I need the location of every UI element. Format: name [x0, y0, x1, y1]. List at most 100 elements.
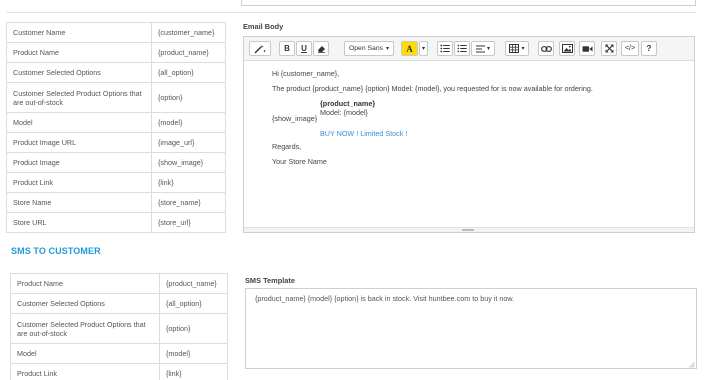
placeholder-token: {store_url}: [151, 212, 226, 233]
ordered-list-button[interactable]: [454, 41, 470, 56]
placeholder-label: Store Name: [5, 192, 153, 213]
placeholder-label: Product Name: [9, 273, 161, 294]
fullscreen-button[interactable]: [601, 41, 617, 56]
table-row: Product Name {product_name}: [5, 42, 226, 63]
sms-placeholder-table: Product Name {product_name} Customer Sele…: [9, 273, 228, 380]
caret-down-icon: ▾: [486, 46, 490, 52]
table-row: Product Link {link}: [9, 363, 228, 380]
placeholder-label: Product Name: [5, 42, 153, 63]
sms-template-textarea[interactable]: {product_name} {model} {option} is back …: [245, 288, 697, 369]
fullscreen-icon: [605, 44, 614, 53]
help-button[interactable]: ?: [641, 41, 657, 56]
codeview-button[interactable]: </>: [621, 41, 639, 56]
table-icon: [509, 44, 520, 53]
unordered-list-button[interactable]: [437, 41, 453, 56]
unordered-list-icon: [440, 44, 450, 53]
placeholder-token: {customer_name}: [151, 22, 226, 43]
email-product-name: {product_name}: [320, 99, 376, 108]
email-regards: Regards,: [272, 142, 302, 151]
placeholder-token: {option}: [151, 82, 226, 113]
email-placeholder-table: Customer Name {customer_name} Product Nam…: [5, 22, 226, 233]
eraser-icon: [317, 44, 326, 53]
link-icon: [540, 45, 552, 53]
text-color-dropdown[interactable]: ▾: [419, 41, 428, 56]
placeholder-token: {all_option}: [159, 293, 228, 314]
table-row: Customer Selected Options {all_option}: [9, 293, 228, 314]
style-dropdown-button[interactable]: [249, 41, 271, 56]
table-row: Customer Selected Product Options that a…: [9, 313, 228, 344]
placeholder-label: Product Link: [9, 363, 161, 380]
caret-down-icon: ▾: [521, 46, 525, 52]
table-row: Model {model}: [9, 343, 228, 364]
placeholder-token: {product_name}: [151, 42, 226, 63]
caret-down-icon: ▾: [421, 46, 425, 52]
bold-button[interactable]: B: [279, 41, 295, 56]
magic-wand-icon: [254, 44, 266, 54]
underline-button[interactable]: U: [296, 41, 312, 56]
sms-template-label: SMS Template: [245, 276, 295, 285]
caret-down-icon: ▾: [386, 46, 390, 52]
email-body-label: Email Body: [243, 22, 284, 31]
font-family-value: Open Sans: [348, 45, 383, 52]
placeholder-token: {store_name}: [151, 192, 226, 213]
email-show-image: {show_image}: [272, 114, 318, 123]
email-line-1: The product {product_name} {option} Mode…: [272, 84, 593, 93]
placeholder-token: {link}: [159, 363, 228, 380]
email-greeting: Hi {customer_name},: [272, 69, 340, 78]
table-row: Customer Selected Product Options that a…: [5, 82, 226, 113]
video-button[interactable]: [579, 41, 595, 56]
placeholder-token: {all_option}: [151, 62, 226, 83]
picture-button[interactable]: [559, 41, 575, 56]
table-row: Customer Name {customer_name}: [5, 22, 226, 43]
placeholder-token: {show_image}: [151, 152, 226, 173]
table-row: Product Name {product_name}: [9, 273, 228, 294]
ordered-list-icon: [457, 44, 467, 53]
paragraph-align-dropdown[interactable]: ▾: [471, 41, 495, 56]
table-row: Customer Selected Options {all_option}: [5, 62, 226, 83]
email-body-editor[interactable]: B U Open Sans ▾ A ▾ ▾ ▾ </> ? Hi {custom…: [243, 36, 695, 233]
placeholder-token: {model}: [159, 343, 228, 364]
placeholder-token: {image_url}: [151, 132, 226, 153]
placeholder-token: {product_name}: [159, 273, 228, 294]
video-icon: [582, 45, 593, 53]
table-row: Store Name {store_name}: [5, 192, 226, 213]
placeholder-label: Store URL: [5, 212, 153, 233]
placeholder-label: Customer Selected Options: [5, 62, 153, 83]
placeholder-label: Model: [5, 112, 153, 133]
buy-now-link[interactable]: BUY NOW ! Limited Stock !: [320, 129, 407, 138]
table-row: Product Link {link}: [5, 172, 226, 193]
text-color-button[interactable]: A: [401, 41, 418, 56]
placeholder-label: Customer Selected Product Options that a…: [9, 313, 161, 344]
table-row: Product Image URL {image_url}: [5, 132, 226, 153]
eraser-button[interactable]: [313, 41, 329, 56]
resize-grip-icon[interactable]: [689, 361, 695, 368]
placeholder-token: {model}: [151, 112, 226, 133]
placeholder-label: Model: [9, 343, 161, 364]
table-row: Model {model}: [5, 112, 226, 133]
placeholder-token: {option}: [159, 313, 228, 344]
previous-section-edge: [0, 0, 710, 14]
placeholder-label: Customer Selected Product Options that a…: [5, 82, 153, 113]
link-button[interactable]: [538, 41, 554, 56]
placeholder-label: Customer Selected Options: [9, 293, 161, 314]
table-row: Store URL {store_url}: [5, 212, 226, 233]
editor-resize-handle[interactable]: [244, 227, 694, 232]
previous-field-edge: [241, 0, 696, 6]
grip-icon: [462, 229, 474, 231]
align-icon: [475, 45, 485, 53]
table-dropdown[interactable]: ▾: [505, 41, 529, 56]
placeholder-label: Product Image URL: [5, 132, 153, 153]
placeholder-label: Product Image: [5, 152, 153, 173]
sms-template-text: {product_name} {model} {option} is back …: [255, 294, 515, 303]
table-row: Product Image {show_image}: [5, 152, 226, 173]
section-divider: [6, 12, 696, 13]
sms-section-heading: SMS TO CUSTOMER: [11, 246, 101, 256]
email-signature: Your Store Name: [272, 157, 327, 166]
picture-icon: [561, 44, 573, 53]
placeholder-label: Product Link: [5, 172, 153, 193]
placeholder-label: Customer Name: [5, 22, 153, 43]
editor-toolbar: B U Open Sans ▾ A ▾ ▾ ▾ </> ?: [244, 37, 694, 61]
email-model-line: Model: {model}: [320, 108, 368, 117]
placeholder-token: {link}: [151, 172, 226, 193]
font-family-dropdown[interactable]: Open Sans ▾: [344, 41, 394, 56]
